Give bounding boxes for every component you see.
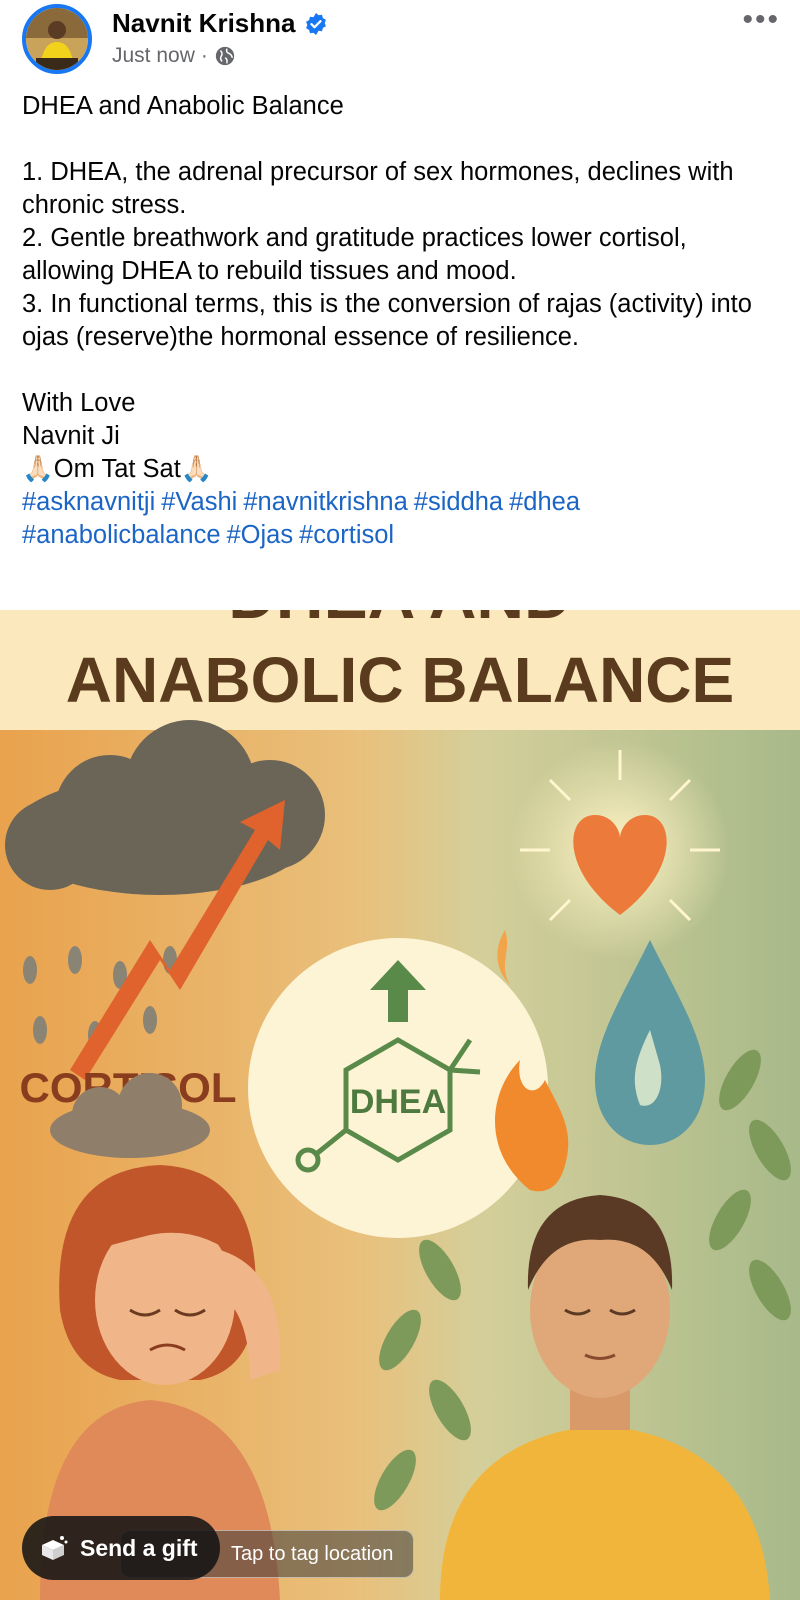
hashtag-link[interactable]: #navnitkrishna bbox=[243, 488, 407, 516]
meta-separator: · bbox=[200, 44, 208, 67]
hashtag-link[interactable]: #asknavnitji bbox=[22, 488, 155, 516]
hashtags: #asknavnitji #Vashi #navnitkrishna #siddha #… bbox=[22, 486, 782, 552]
post-image[interactable]: DHEA AND ANABOLIC BALANCE CORTISOL bbox=[0, 610, 800, 1600]
hashtag-link[interactable]: #Vashi bbox=[161, 488, 237, 516]
author-name[interactable]: Navnit Krishna bbox=[112, 8, 296, 39]
hashtag-link[interactable]: #cortisol bbox=[299, 521, 394, 549]
dhea-label: DHEA bbox=[350, 1083, 446, 1121]
globe-icon bbox=[215, 46, 235, 66]
more-options-button[interactable]: ••• bbox=[742, 5, 780, 35]
post-text: DHEA and Anabolic Balance 1. DHEA, the a… bbox=[22, 90, 782, 552]
title-partial: DHEA AND bbox=[228, 610, 571, 632]
illustration: DHEA AND ANABOLIC BALANCE CORTISOL bbox=[0, 610, 800, 1600]
title-main: ANABOLIC BALANCE bbox=[66, 644, 734, 716]
post-line-2: 2. Gentle breathwork and gratitude pract… bbox=[22, 224, 687, 285]
post-line-title: DHEA and Anabolic Balance bbox=[22, 92, 344, 120]
send-gift-label: Send a gift bbox=[80, 1534, 198, 1561]
post-header: Navnit Krishna Just now · ••• bbox=[0, 0, 800, 92]
verified-badge-icon bbox=[305, 12, 326, 35]
hashtag-link[interactable]: #siddha bbox=[414, 488, 503, 516]
hashtag-link[interactable]: #Ojas bbox=[227, 521, 294, 549]
hashtag-link[interactable]: #anabolicbalance bbox=[22, 521, 221, 549]
post-line-name: Navnit Ji bbox=[22, 422, 120, 450]
post-line-signoff: With Love bbox=[22, 389, 136, 417]
post-timestamp[interactable]: Just now bbox=[112, 44, 195, 68]
post-line-1: 1. DHEA, the adrenal precursor of sex ho… bbox=[22, 158, 734, 219]
avatar[interactable] bbox=[22, 4, 92, 74]
post-line-mantra: 🙏🏻Om Tat Sat🙏🏻 bbox=[22, 455, 213, 483]
avatar-image bbox=[26, 8, 88, 70]
gift-icon bbox=[42, 1536, 68, 1560]
post-line-3: 3. In functional terms, this is the conv… bbox=[22, 290, 752, 351]
hashtag-link[interactable]: #dhea bbox=[509, 488, 580, 516]
send-gift-button[interactable]: Send a gift bbox=[22, 1516, 220, 1580]
